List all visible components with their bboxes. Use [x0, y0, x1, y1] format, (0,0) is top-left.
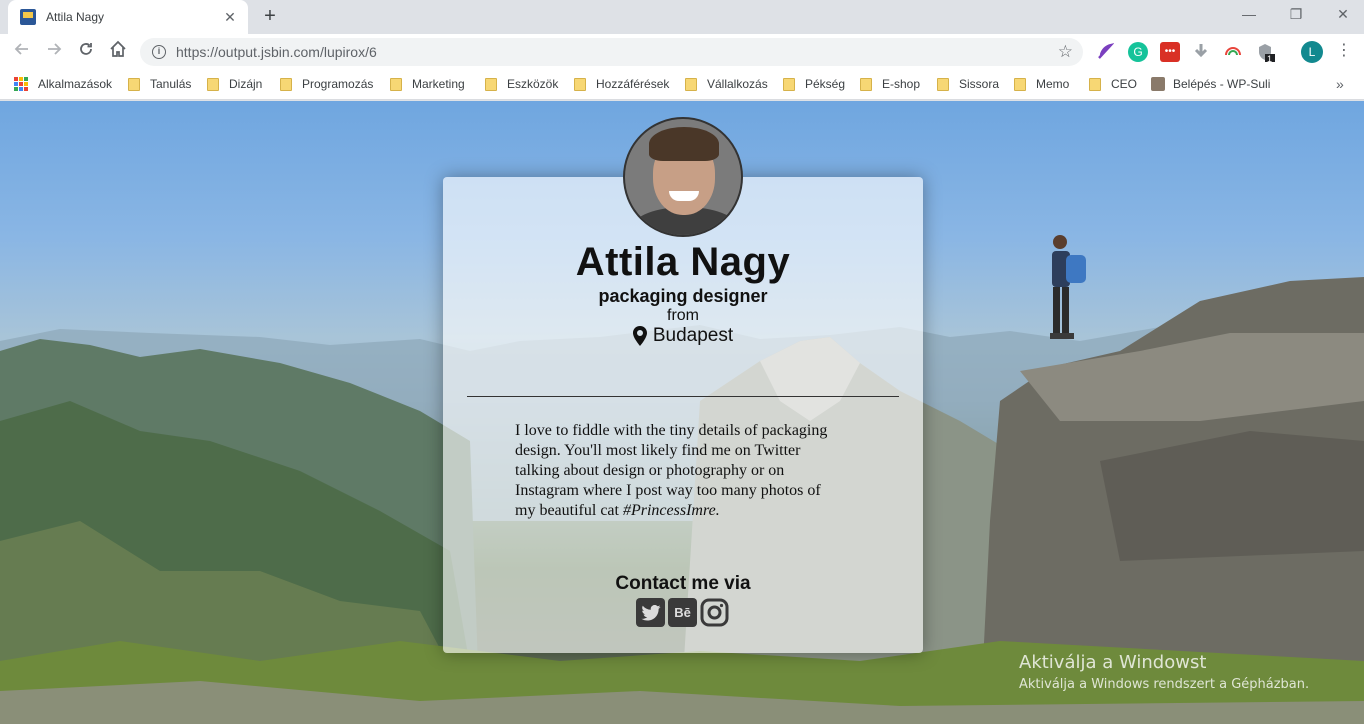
back-icon[interactable] [10, 40, 34, 64]
bookmark-folder-vallalkozas[interactable]: Vállalkozás [685, 70, 768, 98]
folder-icon [128, 77, 140, 91]
bookmark-label: Hozzáférések [596, 77, 670, 91]
bookmarks-more-button[interactable]: » [1336, 70, 1344, 98]
bookmark-label: E-shop [882, 77, 921, 91]
bookmark-apps[interactable]: Alkalmazások [14, 70, 112, 98]
twitter-icon[interactable] [636, 598, 665, 627]
watermark-line-2: Aktiválja a Windows rendszert a Gépházba… [1019, 677, 1310, 692]
bookmark-label: Alkalmazások [38, 77, 113, 91]
bookmark-label: Tanulás [150, 77, 192, 91]
bookmark-folder-sissora[interactable]: Sissora [937, 70, 999, 98]
tab-strip: Attila Nagy ✕ + — ❐ ✕ [0, 0, 1364, 34]
folder-icon [207, 77, 219, 91]
new-tab-button[interactable]: + [258, 5, 282, 29]
folder-icon [937, 77, 949, 91]
profile-bio: I love to fiddle with the tiny details o… [515, 421, 845, 521]
profile-role: packaging designer [598, 286, 768, 306]
url-text[interactable]: https://output.jsbin.com/lupirox/6 [176, 44, 1058, 60]
bookmark-label: Pékség [805, 77, 846, 91]
profile-location: Budapest [443, 325, 923, 347]
address-bar[interactable]: i https://output.jsbin.com/lupirox/6 ☆ [140, 38, 1083, 66]
site-favicon-icon [20, 9, 36, 25]
windows-activation-watermark: Aktiválja a Windowst Aktiválja a Windows… [1019, 652, 1309, 692]
bookmark-label: CEO [1111, 77, 1138, 91]
bookmark-label: Programozás [302, 77, 374, 91]
bookmark-folder-tanulas[interactable]: Tanulás [128, 70, 191, 98]
instagram-icon[interactable] [700, 598, 729, 627]
window-close-button[interactable]: ✕ [1320, 0, 1364, 30]
tab-title: Attila Nagy [46, 10, 105, 24]
folder-icon [574, 77, 586, 91]
bookmark-folder-marketing[interactable]: Marketing [390, 70, 465, 98]
shield-extension-icon[interactable]: 1 [1255, 42, 1275, 64]
bookmark-folder-pekseg[interactable]: Pékség [783, 70, 845, 98]
reload-icon[interactable] [74, 40, 98, 64]
tab-close-icon[interactable]: ✕ [222, 9, 238, 26]
profile-name: Attila Nagy [575, 240, 791, 284]
rainbow-extension-icon[interactable] [1223, 42, 1243, 62]
folder-icon [1089, 77, 1101, 91]
bookmark-folder-hozzaferesek[interactable]: Hozzáférések [574, 70, 669, 98]
hiker-figure [1050, 235, 1086, 339]
site-avatar-icon [1151, 77, 1165, 91]
bookmark-label: Belépés - WP-Suli [1173, 77, 1271, 91]
bookmark-label: Eszközök [507, 77, 559, 91]
bookmarks-bar: Alkalmazások Tanulás Dizájn Programozás … [0, 70, 1364, 100]
grammarly-extension-icon[interactable]: G [1128, 42, 1148, 62]
bookmark-label: Vállalkozás [707, 77, 768, 91]
profile-city: Budapest [652, 325, 734, 346]
browser-toolbar: i https://output.jsbin.com/lupirox/6 ☆ G… [0, 34, 1364, 70]
bookmark-folder-programozas[interactable]: Programozás [280, 70, 373, 98]
bookmark-folder-dizajn[interactable]: Dizájn [207, 70, 262, 98]
folder-icon [685, 77, 697, 91]
avatar-hair [649, 127, 719, 161]
restore-button[interactable]: ❐ [1273, 0, 1319, 30]
minimize-button[interactable]: — [1226, 0, 1272, 30]
bookmark-label: Memo [1036, 77, 1070, 91]
bookmark-folder-memo[interactable]: Memo [1014, 70, 1069, 98]
bookmark-label: Sissora [959, 77, 1000, 91]
extension-badge: 1 [1267, 54, 1273, 64]
browser-menu-icon[interactable]: ⋮ [1336, 42, 1352, 62]
map-pin-icon [632, 326, 647, 346]
bookmark-folder-ceo[interactable]: CEO [1089, 70, 1137, 98]
profile-avatar [623, 117, 743, 237]
behance-icon[interactable]: Bē [668, 598, 697, 627]
bookmark-folder-eszkozok[interactable]: Eszközök [485, 70, 558, 98]
folder-icon [783, 77, 795, 91]
folder-icon [1014, 77, 1026, 91]
bookmark-label: Marketing [412, 77, 465, 91]
bookmark-wp-suli[interactable]: Belépés - WP-Suli [1151, 70, 1270, 98]
card-divider [467, 396, 899, 397]
lastpass-extension-icon[interactable]: ••• [1160, 42, 1180, 62]
apps-grid-icon [14, 77, 28, 91]
browser-tab[interactable]: Attila Nagy ✕ [8, 0, 248, 34]
home-icon[interactable] [106, 40, 130, 64]
profile-from-label: from [667, 307, 699, 324]
folder-icon [860, 77, 872, 91]
forward-icon[interactable] [42, 40, 66, 64]
download-extension-icon[interactable] [1191, 42, 1211, 62]
watermark-line-1: Aktiválja a Windowst [1019, 652, 1207, 673]
bookmark-folder-eshop[interactable]: E-shop [860, 70, 920, 98]
folder-icon [485, 77, 497, 91]
folder-icon [390, 77, 402, 91]
social-links: Bē [636, 598, 729, 627]
site-info-icon[interactable]: i [152, 45, 166, 59]
bookmark-star-icon[interactable]: ☆ [1058, 42, 1073, 62]
folder-icon [280, 77, 292, 91]
profile-avatar-button[interactable]: L [1301, 41, 1323, 63]
feather-extension-icon[interactable] [1095, 42, 1115, 62]
bookmark-label: Dizájn [229, 77, 263, 91]
bio-hashtag: #PrincessImre. [622, 502, 720, 519]
contact-title: Contact me via [615, 573, 751, 594]
